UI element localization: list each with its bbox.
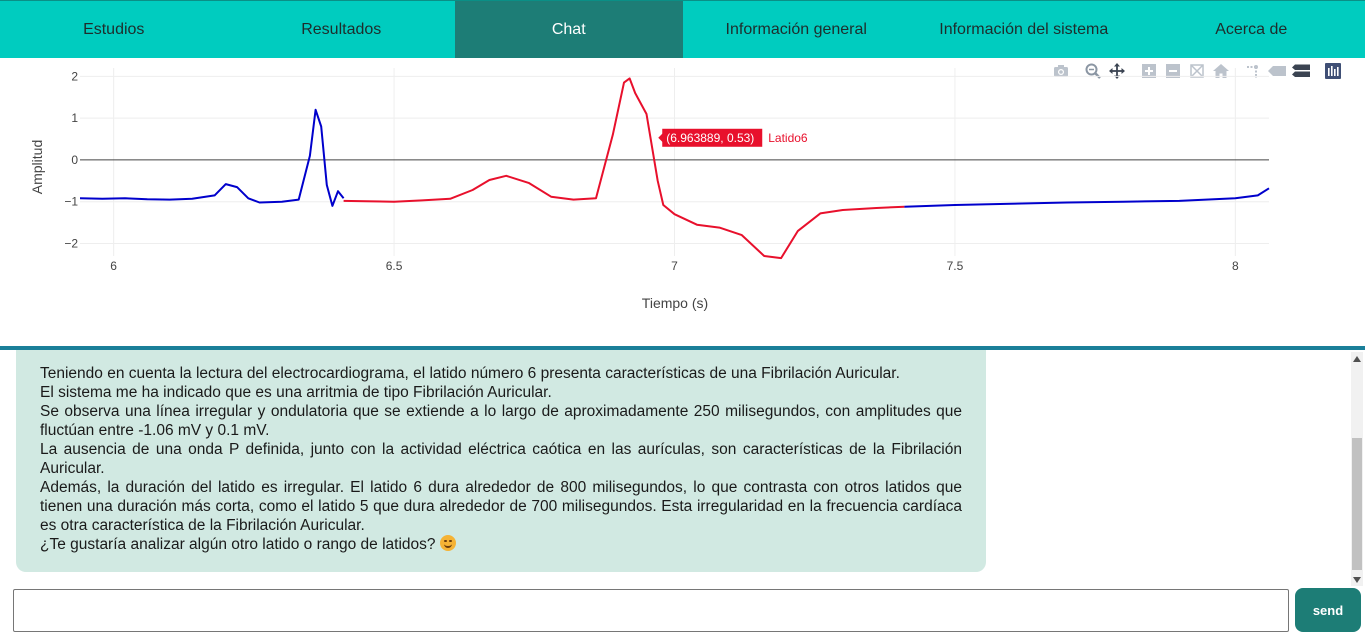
nav-tab-informacion-sistema[interactable]: Información del sistema [910, 1, 1138, 58]
chat-message-input[interactable] [13, 589, 1289, 632]
message-question: ¿Te gustaría analizar algún otro latido … [40, 536, 436, 553]
assistant-message: Teniendo en cuenta la lectura del electr… [16, 350, 986, 572]
nav-tab-estudios[interactable]: Estudios [0, 1, 228, 58]
series-line-0 [79, 108, 345, 207]
y-tick-label: 0 [71, 153, 78, 167]
y-tick-label: 1 [71, 111, 78, 125]
y-tick-label: −1 [64, 195, 78, 209]
x-tick-label: 7.5 [947, 259, 964, 273]
hover-label-arrow [658, 132, 664, 143]
series-line-2 [904, 187, 1270, 208]
ecg-plot[interactable]: 6 6.5 7 7.5 8 2 1 0 −1 −2 Tiempo (s) Amplitud (6.… [0, 58, 1365, 346]
scroll-thumb[interactable] [1352, 438, 1362, 570]
main-nav: Estudios Resultados Chat Información gen… [0, 0, 1365, 58]
nav-tab-resultados[interactable]: Resultados [228, 1, 456, 58]
hover-label-value: (6.963889, 0.53) [666, 131, 754, 145]
scroll-down-icon[interactable] [1353, 577, 1361, 583]
nav-tab-chat[interactable]: Chat [455, 1, 683, 58]
x-tick-label: 8 [1232, 259, 1239, 273]
message-line: Se observa una línea irregular y ondulat… [40, 403, 962, 439]
send-button[interactable]: send [1295, 588, 1361, 632]
hover-annotation: (6.963889, 0.53) Latido6 [658, 128, 808, 147]
scroll-up-icon[interactable] [1353, 356, 1361, 362]
x-tick-label: 7 [671, 259, 678, 273]
ecg-chart-panel: 6 6.5 7 7.5 8 2 1 0 −1 −2 Tiempo (s) Amplitud (6.… [0, 58, 1365, 346]
y-axis-label: Amplitud [29, 140, 45, 194]
y-tick-label: −2 [64, 236, 78, 250]
chat-messages: Teniendo en cuenta la lectura del electr… [0, 350, 1365, 586]
plot-ticks: 6 6.5 7 7.5 8 2 1 0 −1 −2 [64, 69, 1239, 273]
message-line-last: ¿Te gustaría analizar algún otro latido … [40, 535, 962, 554]
smiley-icon [439, 535, 456, 551]
message-line: Teniendo en cuenta la lectura del electr… [40, 365, 900, 382]
x-tick-label: 6.5 [386, 259, 403, 273]
x-tick-label: 6 [110, 259, 117, 273]
plot-grid [80, 68, 1269, 256]
chat-scrollbar[interactable] [1351, 352, 1363, 586]
x-axis-label: Tiempo (s) [642, 295, 708, 311]
nav-tab-informacion-general[interactable]: Información general [683, 1, 911, 58]
hover-label-series: Latido6 [768, 131, 808, 145]
y-tick-label: 2 [71, 69, 78, 83]
message-line: El sistema me ha indicado que es una arr… [40, 384, 552, 401]
message-line: Además, la duración del latido es irregu… [40, 479, 962, 534]
series-line-1 [343, 77, 905, 260]
message-line: La ausencia de una onda P definida, junt… [40, 441, 962, 477]
nav-tab-acerca-de[interactable]: Acerca de [1138, 1, 1365, 58]
